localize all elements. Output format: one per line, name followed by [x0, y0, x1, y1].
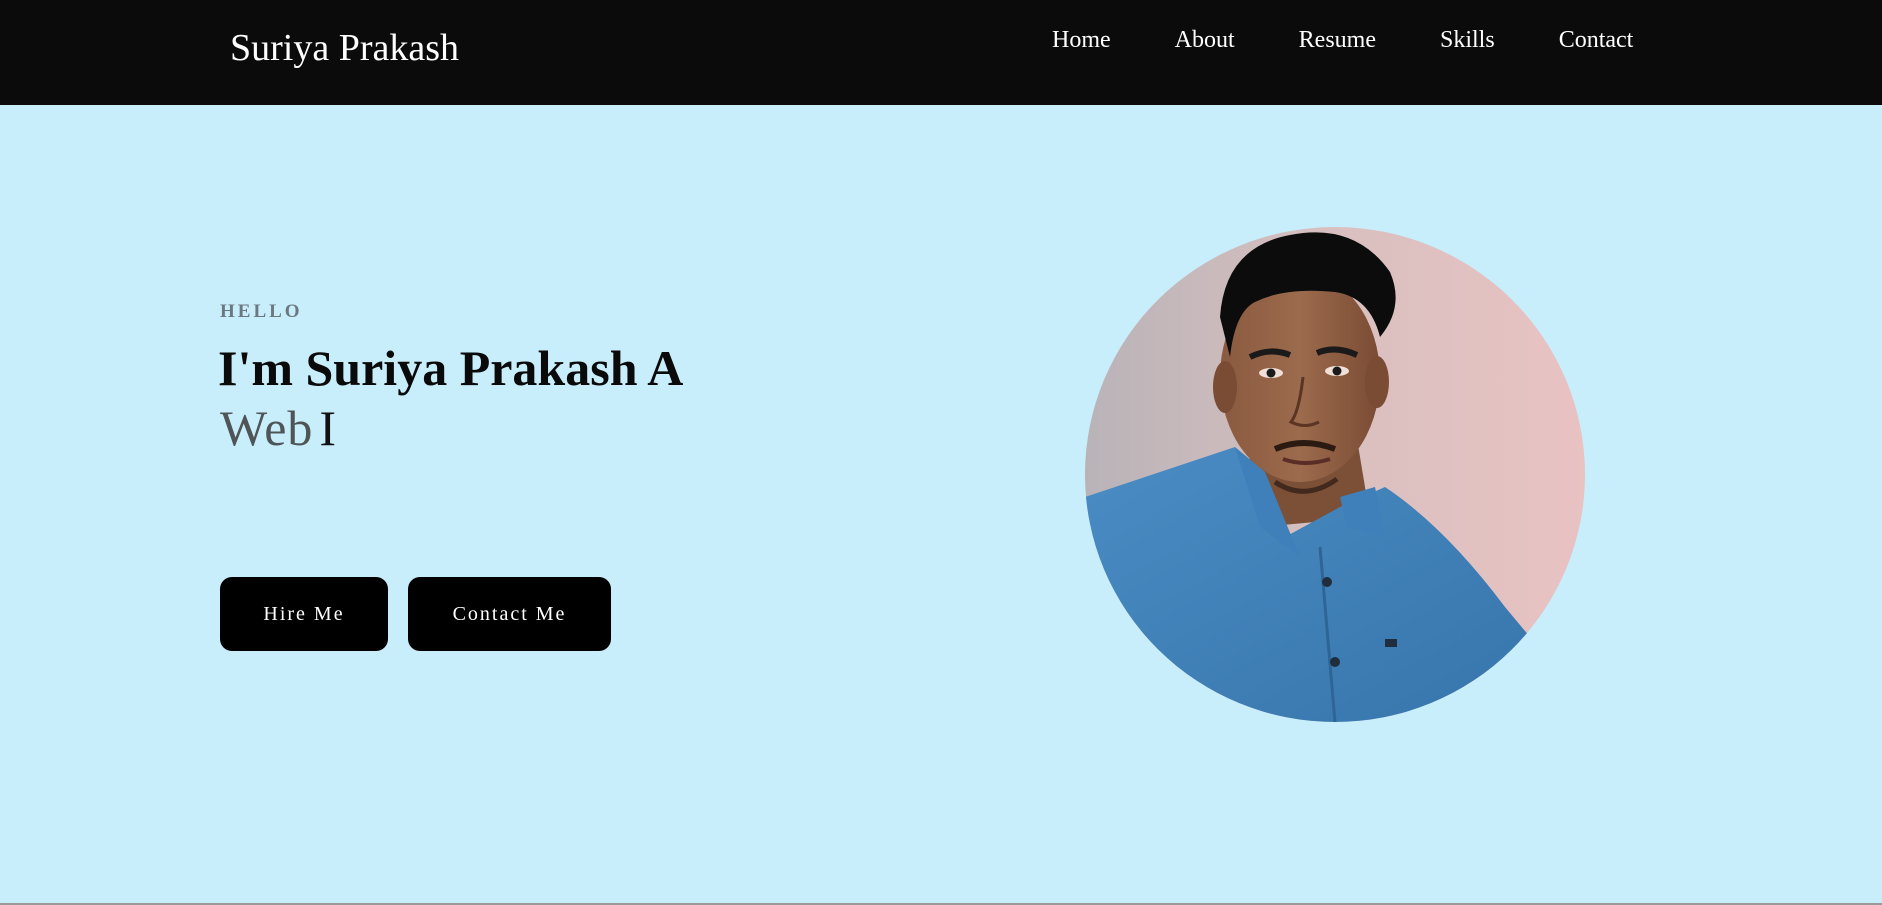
hero-greeting: HELLO	[220, 301, 303, 322]
nav-resume-link[interactable]: Resume	[1299, 25, 1376, 55]
profile-photo	[1085, 227, 1585, 722]
nav-home-link[interactable]: Home	[1052, 25, 1111, 55]
profile-photo-illustration	[1085, 227, 1585, 722]
typed-text: Web	[220, 400, 314, 456]
hero-section: HELLO I'm Suriya Prakash A Web I Hire Me …	[0, 105, 1882, 905]
nav-skills-link[interactable]: Skills	[1440, 25, 1495, 55]
nav-contact-link[interactable]: Contact	[1559, 25, 1634, 55]
hero-intro: I'm	[218, 340, 293, 396]
hero-name: Suriya Prakash A	[305, 340, 684, 396]
brand-logo[interactable]: Suriya Prakash	[230, 24, 459, 72]
nav-menu: Home About Resume Skills Contact	[1052, 25, 1633, 55]
typed-role-text: Web I	[220, 397, 337, 459]
navbar: Suriya Prakash Home About Resume Skills …	[0, 0, 1882, 105]
nav-about-link[interactable]: About	[1175, 25, 1235, 55]
contact-me-button[interactable]: Contact Me	[408, 577, 611, 651]
hero-headline: I'm Suriya Prakash A	[218, 337, 683, 399]
hire-me-button[interactable]: Hire Me	[220, 577, 388, 651]
text-cursor-icon: I	[319, 400, 338, 456]
